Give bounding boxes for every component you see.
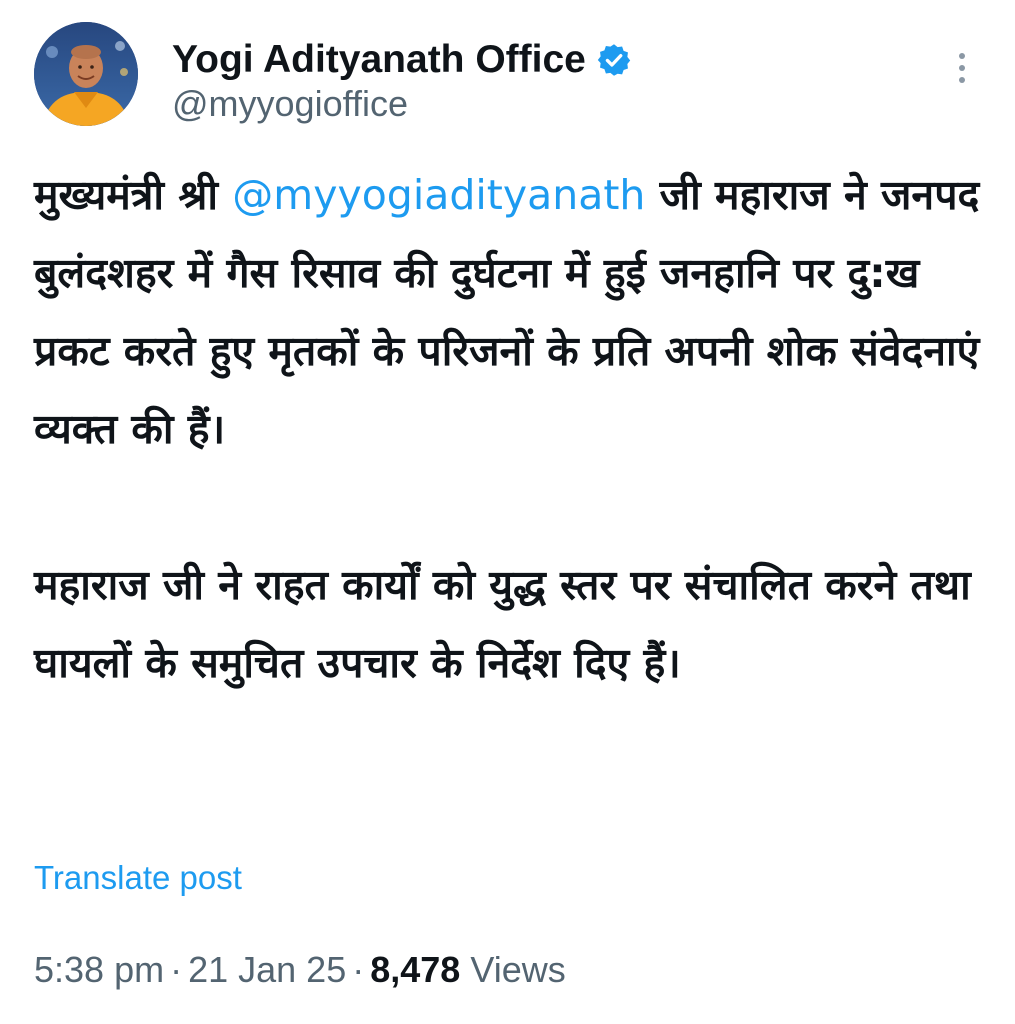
avatar[interactable] — [34, 22, 138, 126]
name-row: Yogi Adityanath Office — [172, 36, 632, 84]
display-name[interactable]: Yogi Adityanath Office — [172, 36, 586, 84]
separator-dot: · — [170, 949, 183, 990]
separator-dot: · — [352, 949, 365, 990]
post-date[interactable]: 21 Jan 25 — [188, 949, 346, 990]
tweet-text-lead: मुख्यमंत्री श्री — [34, 171, 233, 219]
tweet-header: Yogi Adityanath Office @myyogioffice — [34, 22, 984, 132]
verified-badge-icon — [596, 42, 632, 78]
user-handle[interactable]: @myyogioffice — [172, 82, 408, 126]
post-time[interactable]: 5:38 pm — [34, 949, 164, 990]
tweet-meta: 5:38 pm · 21 Jan 25 · 8,478 Views — [34, 944, 566, 996]
tweet-text: मुख्यमंत्री श्री @myyogiadityanath जी मह… — [34, 156, 984, 702]
views-label: Views — [470, 949, 566, 990]
translate-post-link[interactable]: Translate post — [34, 856, 242, 900]
tweet-paragraph-1: मुख्यमंत्री श्री @myyogiadityanath जी मह… — [34, 156, 984, 468]
more-vertical-icon[interactable] — [950, 48, 974, 88]
tweet-paragraph-2: महाराज जी ने राहत कार्यों को युद्ध स्तर … — [34, 561, 971, 687]
mention-link[interactable]: @myyogiadityanath — [232, 171, 645, 219]
views-count: 8,478 — [370, 949, 461, 990]
